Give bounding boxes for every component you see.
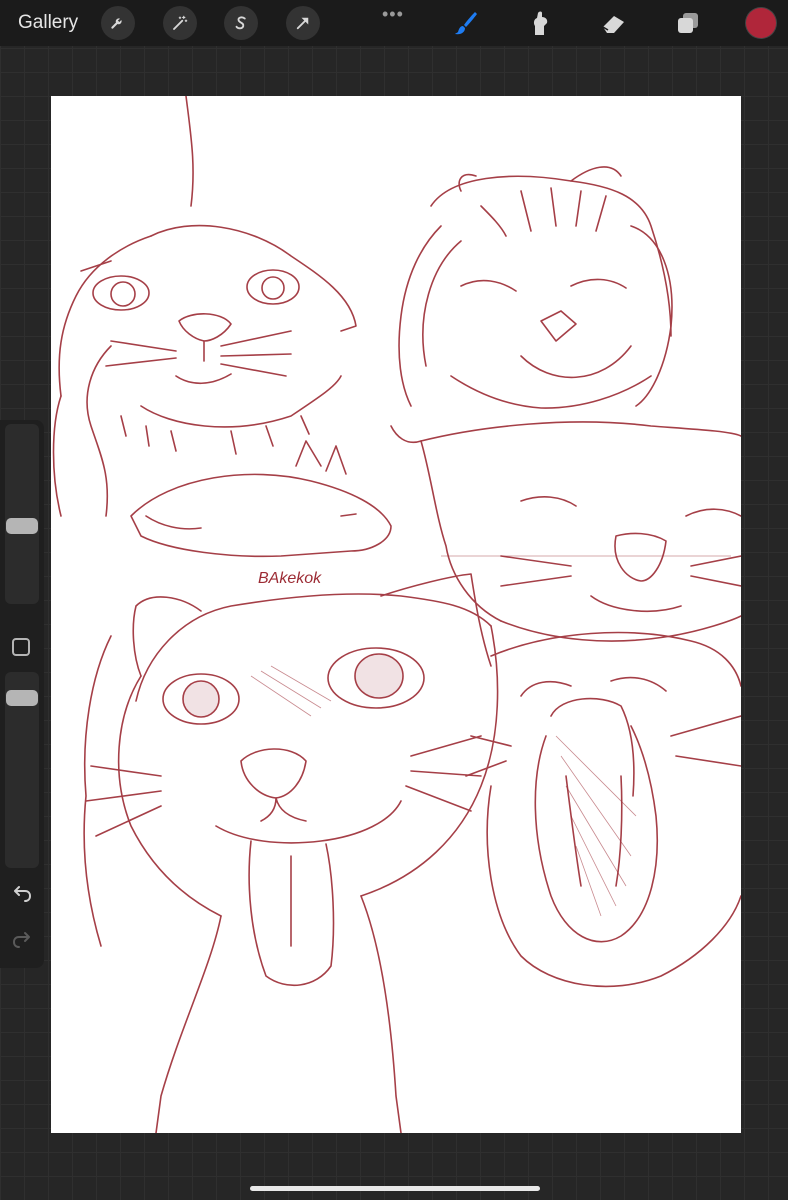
magic-wand-icon[interactable] (163, 6, 197, 40)
layers-icon[interactable] (672, 7, 704, 39)
gallery-button[interactable]: Gallery (18, 12, 78, 34)
transform-arrow-icon[interactable] (286, 6, 320, 40)
home-indicator[interactable] (250, 1186, 540, 1191)
selection-s-icon[interactable] (224, 6, 258, 40)
top-toolbar: Gallery ••• (0, 0, 788, 46)
more-options-icon[interactable]: ••• (382, 4, 404, 25)
color-picker-button[interactable] (746, 8, 776, 38)
square-modify-icon[interactable] (12, 638, 30, 656)
eraser-icon[interactable] (598, 7, 630, 39)
brush-opacity-slider[interactable] (5, 672, 39, 868)
brush-size-slider[interactable] (5, 424, 39, 604)
brush-opacity-handle[interactable] (6, 690, 38, 706)
redo-icon[interactable] (10, 928, 34, 952)
brush-icon[interactable] (450, 7, 482, 39)
cat-sketch-artwork: BAkekok (52, 96, 741, 1133)
wrench-icon[interactable] (101, 6, 135, 40)
brush-size-handle[interactable] (6, 518, 38, 534)
undo-icon[interactable] (10, 882, 34, 906)
smudge-icon[interactable] (524, 7, 556, 39)
drawing-canvas[interactable]: BAkekok (51, 96, 741, 1133)
left-sidebar (0, 420, 44, 968)
artist-signature: BAkekok (258, 570, 322, 587)
